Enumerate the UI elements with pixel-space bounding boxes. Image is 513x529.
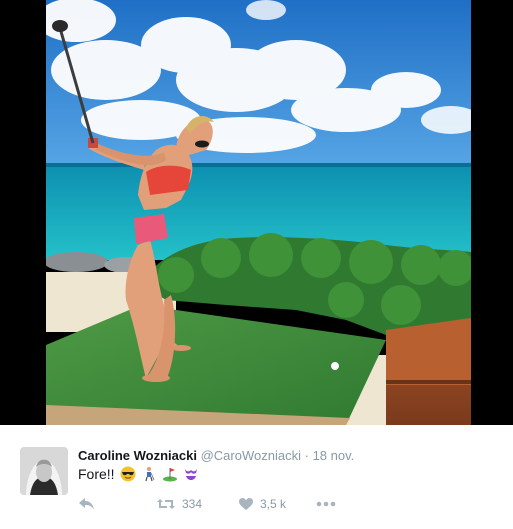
golfer-emoji: [144, 467, 155, 482]
retweet-icon: [157, 499, 175, 509]
bikini-emoji: [184, 469, 197, 480]
flag-in-hole-emoji: [162, 468, 177, 482]
tweet-card: Caroline Wozniacki @CaroWozniacki · 18 n…: [0, 425, 513, 529]
like-button[interactable]: 3,5 k: [238, 497, 316, 511]
heart-icon: [239, 498, 253, 510]
author-name[interactable]: Caroline Wozniacki: [78, 448, 197, 463]
reply-icon: [79, 498, 94, 510]
smiling-face-with-sunglasses-emoji: [120, 466, 136, 482]
more-options-button[interactable]: [316, 501, 336, 507]
retweet-button[interactable]: 334: [156, 497, 238, 511]
separator-dot: ·: [304, 448, 309, 463]
golf-swing-photo: [46, 0, 471, 425]
like-count: 3,5 k: [260, 497, 287, 511]
tweet-actions: 334 3,5 k: [78, 495, 336, 513]
retweet-count: 334: [182, 497, 203, 511]
profile-photo: [20, 447, 68, 495]
author-handle[interactable]: @CaroWozniacki: [201, 448, 301, 463]
tweet-text-content: Fore!!: [78, 466, 115, 482]
tweet-text: Fore!!: [78, 466, 199, 482]
tweet-header: Caroline Wozniacki @CaroWozniacki · 18 n…: [78, 448, 354, 463]
reply-button[interactable]: [78, 497, 156, 511]
more-dots-icon: [316, 501, 336, 507]
avatar[interactable]: [20, 447, 68, 495]
tweet-date[interactable]: 18 nov.: [313, 448, 355, 463]
media-viewer-backdrop: [0, 0, 513, 425]
tweet-photo[interactable]: [46, 0, 471, 425]
